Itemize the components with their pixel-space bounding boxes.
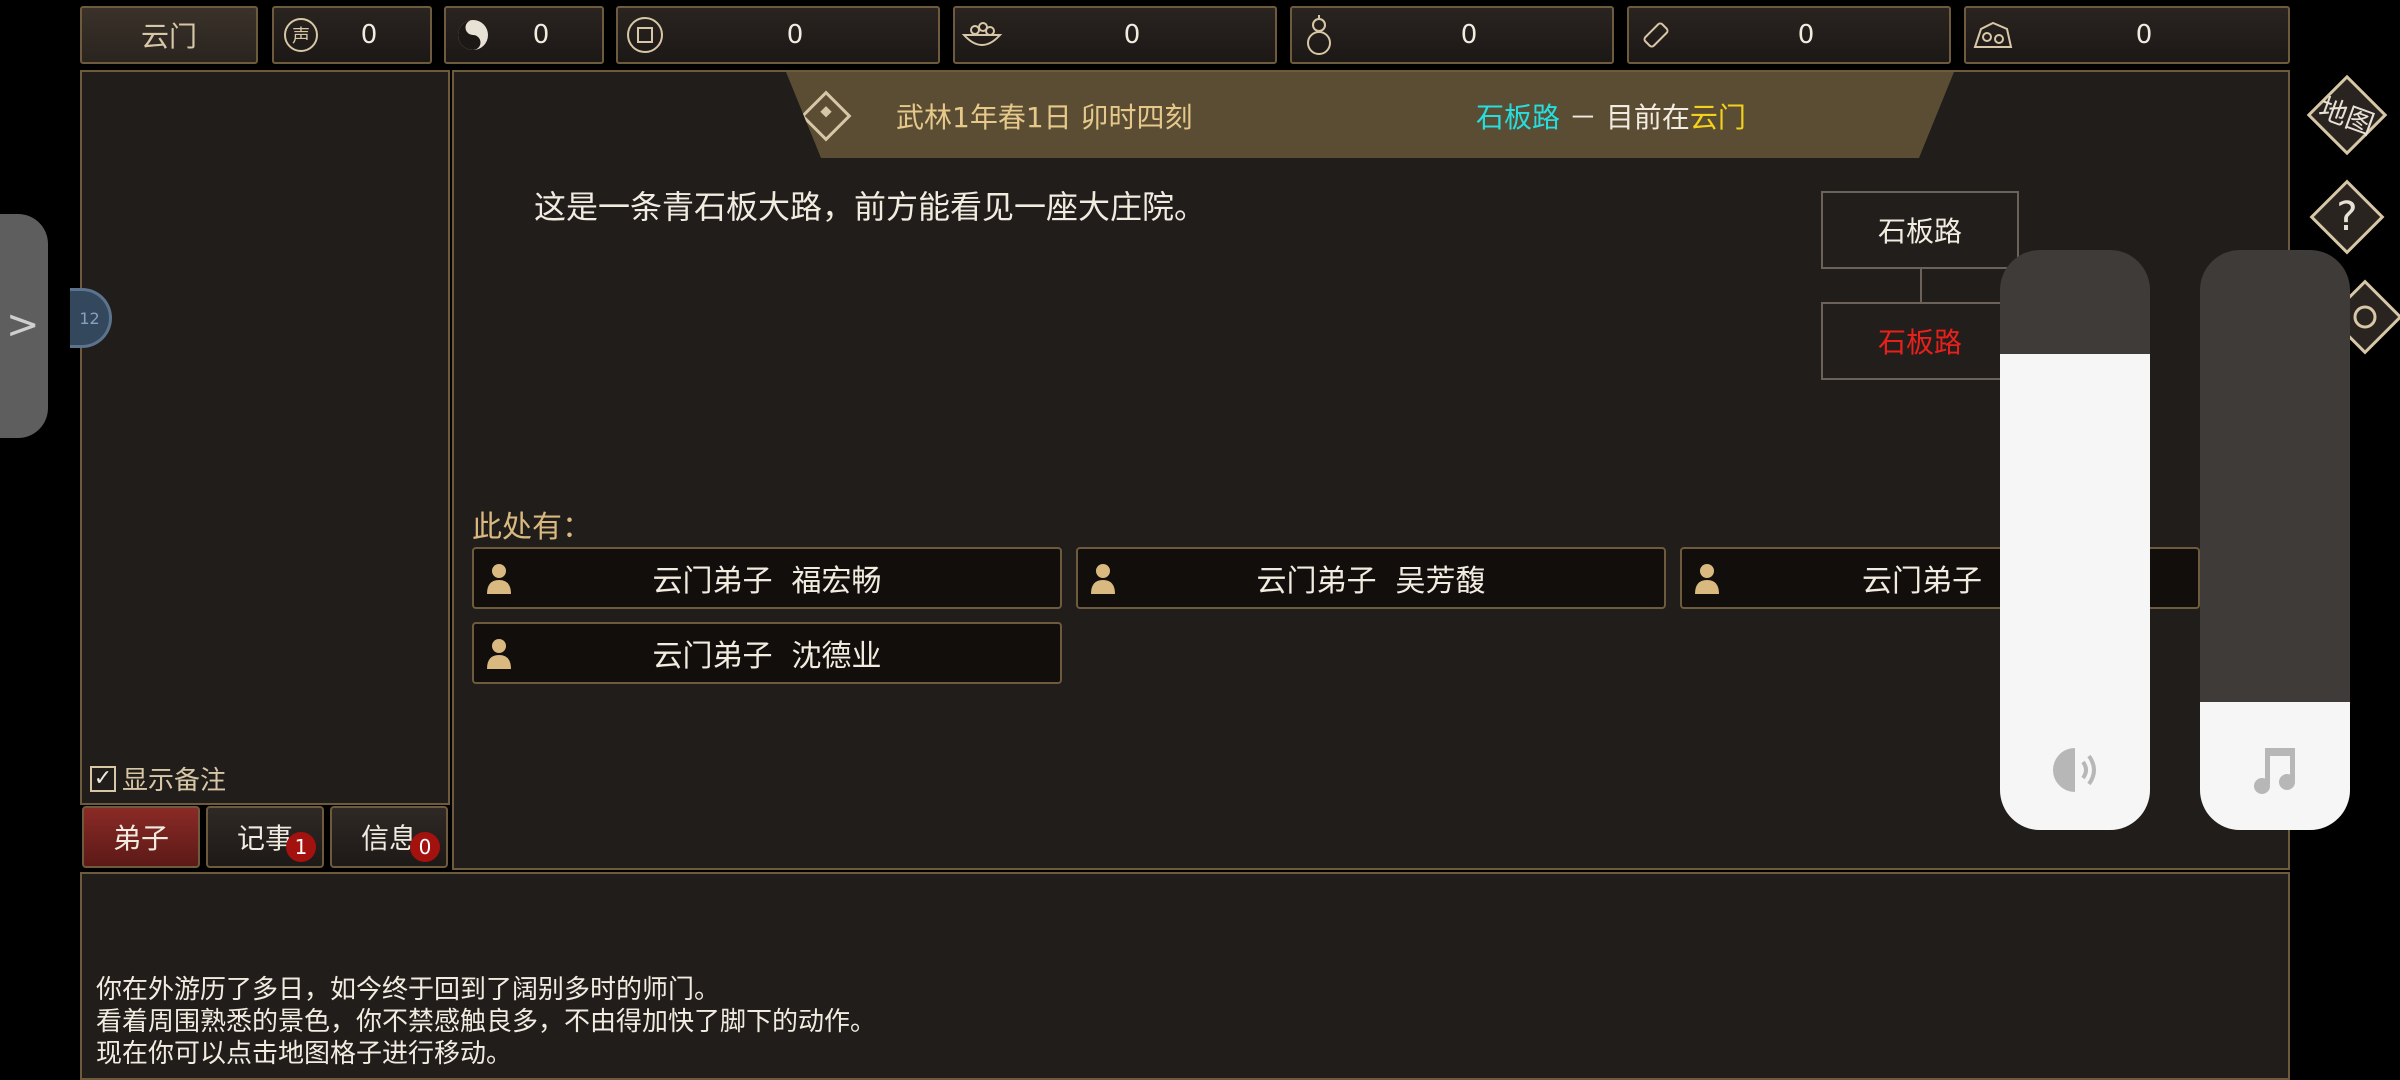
yin-yang-icon xyxy=(446,8,500,62)
help-label: ? xyxy=(2336,194,2358,240)
npc-button[interactable]: 云门弟子 福宏畅 xyxy=(472,547,1062,609)
npc-title: 云门弟子 xyxy=(652,639,773,674)
log-line: 看着周围熟悉的景色，你不禁感触良多，不由得加快了脚下的动作。 xyxy=(96,1007,877,1037)
npc-button[interactable]: 云门弟子 沈德业 xyxy=(472,622,1062,684)
map-cell-current[interactable]: 石板路 xyxy=(1821,302,2019,380)
coin-value: 0 xyxy=(786,20,804,50)
music-note-icon xyxy=(2200,740,2350,800)
person-icon xyxy=(474,562,524,594)
npc-button[interactable]: 云门弟子 吴芳馥 xyxy=(1076,547,1666,609)
tab-disciples-label: 弟子 xyxy=(112,822,169,855)
journal-badge: 1 xyxy=(286,832,316,862)
map-button[interactable]: 地图 xyxy=(2302,70,2392,160)
orb-label: 12 xyxy=(79,308,100,328)
food-bowl-icon xyxy=(955,8,1009,62)
ore-icon xyxy=(1966,8,2020,62)
svg-text:声: 声 xyxy=(292,26,310,47)
gourd-counter[interactable]: 0 xyxy=(1290,6,1614,64)
ore-counter[interactable]: 0 xyxy=(1964,6,2290,64)
sect-name-button[interactable]: 云门 xyxy=(80,6,258,64)
reputation-icon: 声 xyxy=(274,8,328,62)
coin-counter[interactable]: 0 xyxy=(616,6,940,64)
tab-messages[interactable]: 信息 0 xyxy=(330,806,448,868)
map-connector xyxy=(1920,268,1922,302)
disciple-list-panel[interactable] xyxy=(80,70,450,805)
help-button[interactable]: ? xyxy=(2302,172,2392,262)
yin-yang-counter[interactable]: 0 xyxy=(444,6,604,64)
food-value: 0 xyxy=(1123,20,1141,50)
ore-value: 0 xyxy=(2135,20,2153,50)
sound-volume-slider[interactable] xyxy=(2000,250,2150,830)
log-lines: 你在外游历了多日，如今终于回到了阔别多时的师门。 看着周围熟悉的景色，你不禁感触… xyxy=(96,974,876,1070)
tab-disciples[interactable]: 弟子 xyxy=(82,806,200,868)
current-region: 云门 xyxy=(1689,101,1746,134)
messages-badge: 0 xyxy=(410,832,440,862)
music-volume-slider[interactable] xyxy=(2200,250,2350,830)
scroll-value: 0 xyxy=(1797,20,1815,50)
resource-bar: 云门 声 0 0 0 0 0 0 0 xyxy=(80,6,2290,64)
show-notes-checkbox[interactable]: ✓ xyxy=(90,765,116,792)
currently-at-prefix: 目前在 xyxy=(1605,101,1690,134)
npc-name: 云门弟子 沈德业 xyxy=(524,631,1060,675)
game-date: 武林1年春1日 卯时四刻 xyxy=(896,101,1193,134)
scroll-icon xyxy=(1629,8,1683,62)
tab-journal[interactable]: 记事 1 xyxy=(206,806,324,868)
map-cell-north[interactable]: 石板路 xyxy=(1821,191,2019,269)
location-separator: － xyxy=(1568,101,1597,134)
coin-icon xyxy=(618,8,672,62)
npc-title: 云门弟子 xyxy=(1256,564,1377,599)
time-location-banner: 武林1年春1日 卯时四刻 石板路 － 目前在云门 xyxy=(786,72,1954,158)
map-cell-label: 石板路 xyxy=(1877,326,1962,359)
gourd-value: 0 xyxy=(1460,20,1478,50)
person-icon xyxy=(1682,562,1732,594)
reputation-value: 0 xyxy=(360,20,378,50)
scroll-counter[interactable]: 0 xyxy=(1627,6,1951,64)
npc-title: 云门弟子 xyxy=(1862,564,1982,599)
npc-name: 云门弟子 福宏畅 xyxy=(524,556,1060,600)
food-counter[interactable]: 0 xyxy=(953,6,1277,64)
location-line: 石板路 － 目前在云门 xyxy=(1476,96,1746,136)
log-line: 你在外游历了多日，如今终于回到了阔别多时的师门。 xyxy=(96,975,721,1005)
chevron-right-icon: > xyxy=(6,302,40,348)
log-line: 现在你可以点击地图格子进行移动。 xyxy=(96,1039,513,1069)
reputation-counter[interactable]: 声 0 xyxy=(272,6,432,64)
show-notes-toggle[interactable]: ✓ 显示备注 xyxy=(90,760,226,797)
scene-description: 这是一条青石板大路，前方能看见一座大庄院。 xyxy=(534,188,1207,226)
gourd-icon xyxy=(1292,8,1346,62)
npc-given-name: 吴芳馥 xyxy=(1395,564,1486,599)
message-log[interactable]: 你在外游历了多日，如今终于回到了阔别多时的师门。 看着周围熟悉的景色，你不禁感触… xyxy=(80,872,2290,1080)
here-label: 此处有： xyxy=(472,510,592,545)
tab-journal-label: 记事 xyxy=(236,822,293,855)
person-icon xyxy=(474,637,524,669)
current-location: 石板路 xyxy=(1476,101,1561,134)
speaker-icon xyxy=(2000,740,2150,800)
person-icon xyxy=(1078,562,1128,594)
npc-given-name: 沈德业 xyxy=(791,639,882,674)
map-cell-label: 石板路 xyxy=(1877,215,1962,248)
tab-messages-label: 信息 xyxy=(360,822,417,855)
show-notes-label: 显示备注 xyxy=(122,766,227,796)
npc-given-name: 福宏畅 xyxy=(791,564,882,599)
yin-yang-value: 0 xyxy=(532,20,550,50)
side-drawer-handle[interactable]: > xyxy=(0,214,48,438)
npc-title: 云门弟子 xyxy=(652,564,773,599)
npc-name: 云门弟子 吴芳馥 xyxy=(1128,556,1664,600)
